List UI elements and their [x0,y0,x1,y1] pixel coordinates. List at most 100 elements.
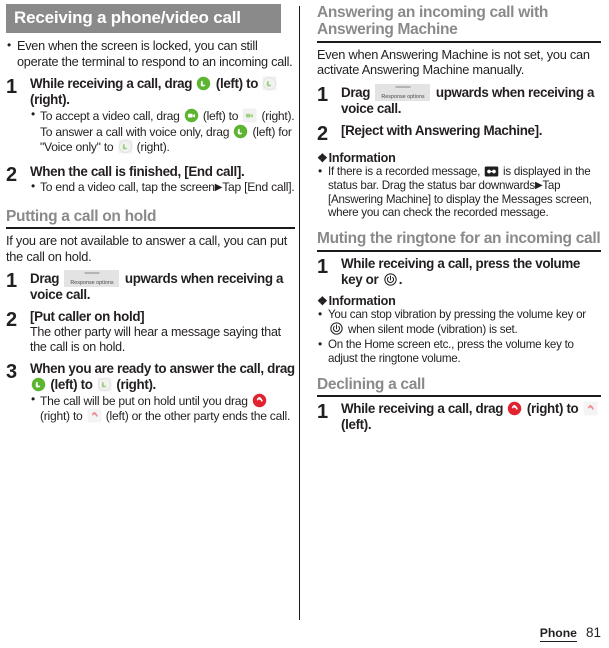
step-title-part-b: (left) to [215,76,259,92]
sub-text-b: (right) to [40,409,83,424]
answer-call-target-icon [118,139,133,154]
two-column-layout: Receiving a phone/video call Even when t… [0,0,609,648]
information-label: Information [328,294,396,309]
hold-step-3-sub-bullets: The call will be put on hold until you d… [30,392,295,425]
floret-icon: ❖ [317,150,328,165]
step-2: 2 When the call is finished, [End call].… [6,164,295,198]
footer-chapter-label: Phone [539,626,577,642]
badge-handle [395,85,411,88]
answering-step-2: 2 [Reject with Answering Machine]. [317,123,601,144]
step-number: 2 [6,164,18,187]
step-title-part-a: Drag [341,84,371,100]
step-body: When the call is finished, [End call]. T… [30,164,295,198]
response-options-badge[interactable]: Response options [64,270,120,288]
step-number: 2 [6,309,18,332]
muting-step-1: 1 While receiving a call, press the volu… [317,256,601,288]
sub-text-a: The call will be put on hold until you d… [40,393,248,408]
info-text-b: when silent mode (vibration) is set. [347,323,518,337]
answering-step-1: 1 Drag Response options upwards when rec… [317,83,601,117]
answer-call-icon [31,377,46,392]
step-body: When you are ready to answer the call, d… [30,361,295,427]
badge-label: Response options [381,93,425,100]
step-number: 1 [6,76,18,99]
manual-page: Receiving a phone/video call Even when t… [0,0,609,648]
step-number: 1 [317,401,329,424]
information-heading: ❖ Information [317,151,601,165]
info-text-a: On the Home screen etc., press the volum… [328,338,574,366]
section-heading-putting-on-hold: Putting a call on hold [6,207,157,225]
step-title: While receiving a call, press the volume… [341,256,601,288]
step-title: While receiving a call, drag (right) to … [341,401,601,433]
hold-step-1: 1 Drag Response options upwards when rec… [6,270,295,303]
list-item: If there is a recorded message, is displ… [317,164,601,221]
step-body: While receiving a call, drag (right) to … [341,401,601,433]
list-item: The call will be put on hold until you d… [30,392,295,425]
floret-icon: ❖ [317,294,328,309]
step-1-sub-bullets: To accept a video call, drag (left) to (… [30,107,295,155]
hold-step-2: 2 [Put caller on hold] The other party w… [6,309,295,355]
information-bullet-list: You can stop vibration by pressing the v… [317,307,601,366]
intro-bullet-list: Even when the screen is locked, you can … [6,38,295,71]
step-title: When you are ready to answer the call, d… [30,361,295,393]
step-title-part-a: While receiving a call, drag [30,76,193,92]
step-title-part-c: (right). [116,376,156,392]
step-2-sub-bullets: To end a video call, tap the screen▶Tap … [30,179,295,195]
list-item: To end a video call, tap the screen▶Tap … [30,179,295,195]
left-column: Receiving a phone/video call Even when t… [0,0,305,648]
right-column: Answering an incoming call with Answerin… [305,0,609,648]
sub-text-a: To accept a video call, drag [40,108,180,123]
step-number: 3 [6,360,18,383]
decline-call-icon [507,401,522,416]
power-key-icon [330,322,343,335]
answering-machine-status-icon [484,166,499,177]
section-rule [6,227,295,230]
answer-call-icon [233,124,248,139]
step-1: 1 While receiving a call, drag (left) to… [6,76,295,158]
step-title: [Put caller on hold] [30,309,145,325]
section-rule [317,40,601,43]
section-paragraph: Even when Answering Machine is not set, … [317,46,590,78]
answer-call-target-icon [262,76,277,91]
step-title-part-a: While receiving a call, press the volume… [341,255,581,287]
step-body: While receiving a call, press the volume… [341,256,601,288]
section-rule [317,395,601,398]
step-title: When the call is finished, [End call]. [30,164,245,180]
power-key-icon [384,272,397,286]
step-title: Drag Response options upwards when recei… [30,270,295,303]
declining-step-1: 1 While receiving a call, drag (right) t… [317,401,601,433]
step-title-part-c: (left). [341,417,372,433]
step-title-part-a: When you are ready to answer the call, d… [30,360,295,376]
page-title-banner: Receiving a phone/video call [6,4,281,33]
sub-text-c: (left) or the other party ends the call. [105,409,291,424]
page-footer: Phone 81 [539,625,601,642]
information-heading: ❖ Information [317,294,601,308]
step-number: 1 [317,255,329,278]
video-call-target-icon [242,108,257,123]
section-heading-answering-machine: Answering an incoming call with Answerin… [317,4,548,39]
step-body: Drag Response options upwards when recei… [341,83,601,117]
list-item: To accept a video call, drag (left) to (… [30,107,295,155]
step-body: While receiving a call, drag (left) to (… [30,76,295,158]
step-body: [Reject with Answering Machine]. [341,123,601,139]
step-title-part-c: (right). [30,92,70,108]
list-item: On the Home screen etc., press the volum… [317,337,601,366]
step-number: 2 [317,122,329,145]
section-paragraph: If you are not available to answer a cal… [6,233,288,264]
video-call-icon [184,108,199,123]
sub-text-a: To end a video call, tap the screen [40,180,215,195]
answer-call-icon [196,76,211,91]
step-title: [Reject with Answering Machine]. [341,122,543,138]
decline-call-target-icon [87,408,102,423]
hold-step-3: 3 When you are ready to answer the call,… [6,361,295,427]
section-heading-muting-ringtone: Muting the ringtone for an incoming call [317,230,601,248]
step-title-part-a: Drag [30,271,60,287]
sub-text-e: (right). [136,140,170,155]
step-number: 1 [317,83,329,106]
answer-call-target-icon [97,377,112,392]
response-options-badge[interactable]: Response options [375,83,431,101]
info-text-a: You can stop vibration by pressing the v… [328,308,586,322]
decline-call-target-icon [583,401,598,416]
list-item: Even when the screen is locked, you can … [6,38,295,71]
info-text-a: If there is a recorded message, [328,164,481,178]
step-title-part-b: (right) to [526,401,579,417]
